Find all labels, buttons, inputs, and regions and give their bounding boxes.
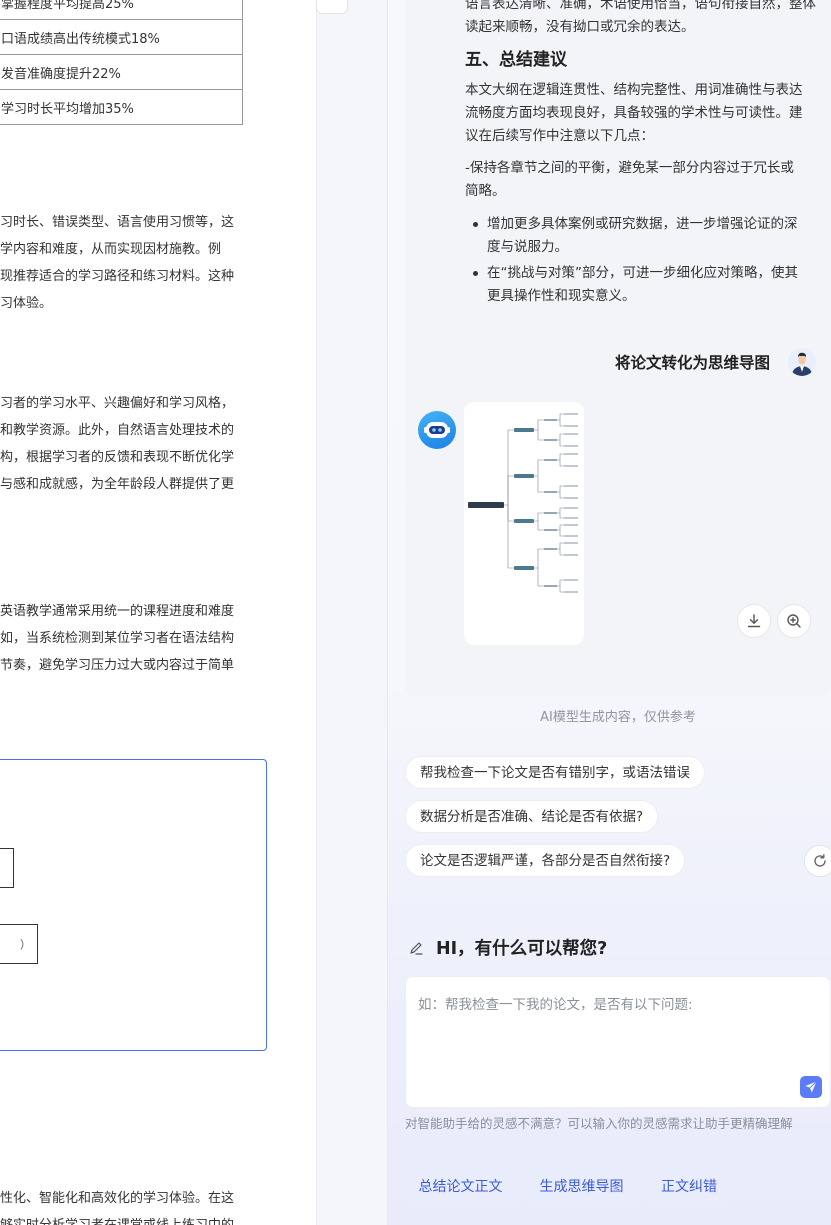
table-row: 发音准确度提升22% <box>0 54 243 90</box>
refresh-icon <box>814 854 826 867</box>
ai-line: 本文大纲在逻辑连贯性、结构完整性、用词准确性与表达 <box>465 82 803 98</box>
paragraph-line: 与感和成就感，为全年龄段人群提供了更 <box>0 477 235 492</box>
ai-line: -保持各章节之间的平衡，避免某一部分内容过于冗长或 <box>465 160 794 176</box>
person-icon <box>792 352 812 376</box>
assistant-greeting: HI，有什么可以帮您? <box>436 939 608 959</box>
assistant-panel: 语言表达清晰、准确，术语使用恰当，语句衔接自然，整体 读起来顺畅，没有拗口或冗余… <box>388 0 831 1225</box>
ai-line: 度与说服力。 <box>487 239 568 255</box>
paragraph-line: 节奏，避免学习压力过大或内容过于简单 <box>0 658 235 673</box>
paragraph-line: 够实时分析学习者在课堂或线上练习中的 <box>0 1212 255 1225</box>
user-message: 将论文转化为思维导图 <box>614 354 770 372</box>
paragraph-line: 习体验。 <box>0 296 53 311</box>
table-cell: 掌握程度平均提高25% <box>0 0 243 20</box>
ai-line: 简略。 <box>465 183 506 199</box>
suggestion-chip[interactable]: 论文是否逻辑严谨，各部分是否自然衔接? <box>405 844 686 877</box>
zoom-in-icon <box>787 614 801 628</box>
doc-paragraph: 习时长、错误类型、语言使用习惯等，这 学内容和难度，从而实现因材施教。例 现推荐… <box>0 209 255 317</box>
suggestion-chip[interactable]: 帮我检查一下论文是否有错别字，或语法错误 <box>405 756 705 789</box>
table-row: 掌握程度平均提高25% <box>0 0 243 20</box>
mindmap-image <box>468 413 578 593</box>
paragraph-line: 如，当系统检测到某位学习者在语法结构 <box>0 631 235 646</box>
figure-node: ） <box>0 924 38 964</box>
figure-frame[interactable]: ） <box>0 759 267 1051</box>
ai-paragraph: 本文大纲在逻辑连贯性、结构完整性、用词准确性与表达 流畅度方面均表现良好，具备较… <box>465 79 825 148</box>
ai-line: 读起来顺畅，没有拗口或冗余的表达。 <box>465 19 695 35</box>
table-row: 学习时长平均增加35% <box>0 89 243 125</box>
ai-line: 增加更多具体案例或研究数据，进一步增强论证的深 <box>487 216 798 232</box>
send-icon <box>805 1081 817 1093</box>
doc-paragraph: 性化、智能化和高效化的学习体验。在这 够实时分析学习者在课堂或线上练习中的 <box>0 1185 255 1225</box>
ai-line: 议在后续写作中注意以下几点： <box>465 128 654 144</box>
ai-line: 语言表达清晰、准确，术语使用恰当，语句衔接自然，整体 <box>465 0 816 12</box>
download-button[interactable] <box>737 604 771 638</box>
section-heading: 五、总结建议 <box>465 50 567 70</box>
paragraph-line: 现推荐适合的学习路径和练习材料。这种 <box>0 269 235 284</box>
refresh-suggestions-button[interactable] <box>804 845 831 877</box>
paragraph-line: 学内容和难度，从而实现因材施教。例 <box>0 242 222 257</box>
pane-divider <box>316 0 388 1225</box>
prompt-hint: 对智能助手给的灵感不满意？可以输入你的灵感需求让助手更精确理解 <box>405 1116 793 1131</box>
figure-node-label: ） <box>20 938 31 951</box>
table-cell: 学习时长平均增加35% <box>0 89 243 125</box>
summarize-button[interactable]: 总结论文正文 <box>405 1166 516 1208</box>
paragraph-line: 构，根据学习者的反馈和表现不断优化学 <box>0 450 235 465</box>
ai-disclaimer: AI模型生成内容，仅供参考 <box>540 710 696 725</box>
result-table: 掌握程度平均提高25% 口语成绩高出传统模式18% 发音准确度提升22% 学习时… <box>0 0 243 125</box>
table-row: 口语成绩高出传统模式18% <box>0 19 243 55</box>
ai-paragraph: -保持各章节之间的平衡，避免某一部分内容过于冗长或 简略。 <box>465 157 825 203</box>
send-button[interactable] <box>800 1076 822 1098</box>
bullet-item: 增加更多具体案例或研究数据，进一步增强论证的深 度与说服力。 <box>473 213 818 259</box>
table-cell: 口语成绩高出传统模式18% <box>0 19 243 55</box>
prompt-input[interactable] <box>418 993 798 1073</box>
ai-line: 流畅度方面均表现良好，具备较强的学术性与可读性。建 <box>465 105 803 121</box>
proofread-button[interactable]: 正文纠错 <box>647 1166 731 1208</box>
mindmap-preview[interactable] <box>464 402 584 645</box>
paragraph-line: 习者的学习水平、兴趣偏好和学习风格， <box>0 396 235 411</box>
paragraph-line: 性化、智能化和高效化的学习体验。在这 <box>0 1191 235 1206</box>
user-avatar <box>788 348 816 376</box>
doc-paragraph: 习者的学习水平、兴趣偏好和学习风格， 和教学资源。此外，自然语言处理技术的 构，… <box>0 390 255 498</box>
mindmap-button[interactable]: 生成思维导图 <box>526 1166 637 1208</box>
bullet-item: 在“挑战与对策”部分，可进一步细化应对策略，使其 更具操作性和现实意义。 <box>473 262 818 308</box>
suggestion-chip[interactable]: 数据分析是否准确、结论是否有依据? <box>405 800 659 833</box>
ai-line: 在“挑战与对策”部分，可进一步细化应对策略，使其 <box>487 265 798 281</box>
bot-avatar <box>418 411 456 449</box>
zoom-button[interactable] <box>777 604 811 638</box>
download-icon <box>747 614 761 628</box>
paragraph-line: 英语教学通常采用统一的课程进度和难度 <box>0 604 235 619</box>
table-cell: 发音准确度提升22% <box>0 54 243 90</box>
figure-node <box>0 848 14 888</box>
ai-line: 更具操作性和现实意义。 <box>487 288 636 304</box>
paragraph-line: 习时长、错误类型、语言使用习惯等，这 <box>0 215 235 230</box>
collapse-handle[interactable] <box>316 0 348 14</box>
ai-paragraph: 语言表达清晰、准确，术语使用恰当，语句衔接自然，整体 读起来顺畅，没有拗口或冗余… <box>465 0 825 39</box>
doc-paragraph: 英语教学通常采用统一的课程进度和难度 如，当系统检测到某位学习者在语法结构 节奏… <box>0 598 255 679</box>
document-pane: 掌握程度平均提高25% 口语成绩高出传统模式18% 发音准确度提升22% 学习时… <box>0 0 316 1225</box>
pen-icon <box>410 942 423 955</box>
robot-icon <box>424 422 450 438</box>
prompt-box <box>405 976 831 1108</box>
paragraph-line: 和教学资源。此外，自然语言处理技术的 <box>0 423 235 438</box>
